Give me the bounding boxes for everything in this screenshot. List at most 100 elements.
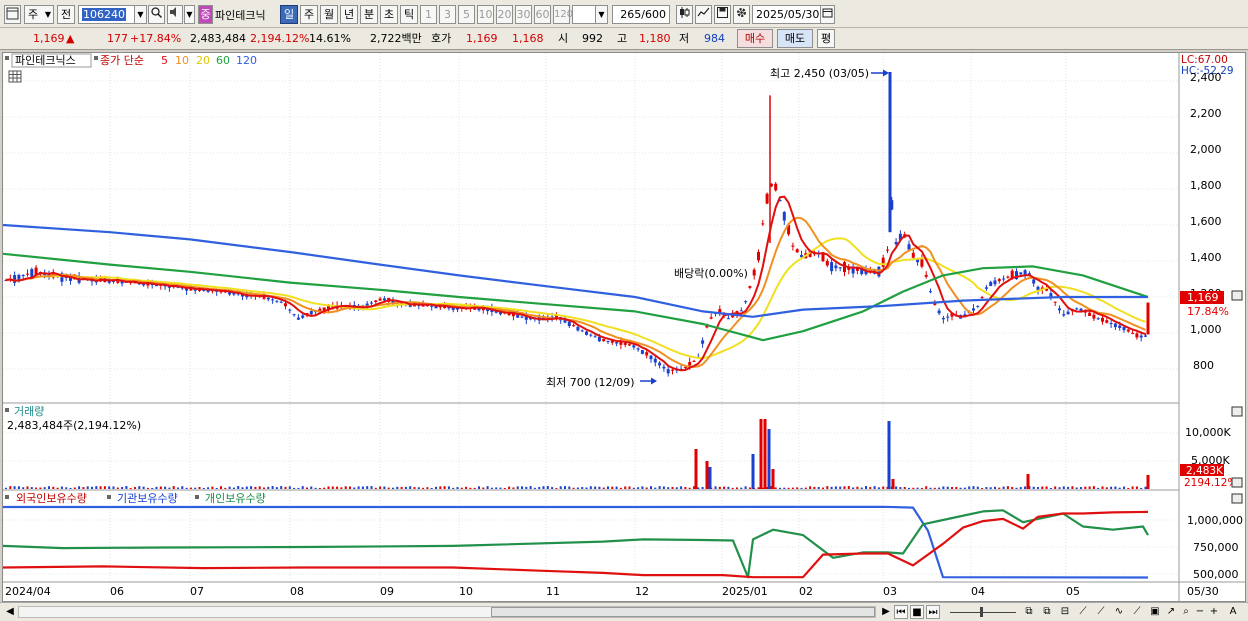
candle-body (984, 287, 988, 289)
buy-button[interactable]: 매수 (737, 29, 773, 48)
gear-icon[interactable] (733, 5, 750, 24)
candle-body (1019, 272, 1023, 275)
interval-1[interactable]: 1 (420, 5, 437, 24)
volume-bar (658, 486, 661, 489)
chart-area[interactable]: 파인테크닉스 종가 단순 5 10 20 60 120 LC:67.00 HC:… (2, 52, 1246, 602)
volume-bar (237, 486, 240, 489)
interval-10[interactable]: 10 (477, 5, 494, 24)
period-second[interactable]: 초 (380, 5, 398, 24)
interval-60[interactable]: 60 (534, 5, 551, 24)
chart-scrollbar[interactable]: ◀ ▶ ⏮ ■ ⏭ ⧉ ⧉ ⊟ ⟋ ⟋ ∿ ⟋ ▣ ↗ ⌕ − + A (0, 602, 1248, 621)
window-icon[interactable] (4, 5, 21, 24)
ask-price: 1,169 (466, 32, 498, 45)
prev-button[interactable]: 전 (57, 5, 75, 24)
volume-bar (521, 486, 523, 489)
stock-code-input[interactable]: 106240 (78, 5, 136, 24)
zoom-search-icon[interactable]: ⌕ (1180, 605, 1192, 619)
candle-body (795, 249, 799, 253)
candle-body (1006, 276, 1010, 278)
zoom-slider[interactable] (950, 612, 1016, 613)
interval-3[interactable]: 3 (439, 5, 456, 24)
image-icon[interactable]: ▣ (1148, 605, 1162, 619)
draw-trend-icon[interactable]: ⟋ (1130, 605, 1144, 619)
close-pane-icon[interactable] (1231, 406, 1243, 417)
period-year[interactable]: 년 (340, 5, 358, 24)
close-pane-icon[interactable] (1231, 493, 1243, 504)
save-icon[interactable] (714, 5, 731, 24)
first-page-icon[interactable]: ⏮ (894, 605, 908, 619)
period-minute[interactable]: 분 (360, 5, 378, 24)
chart-type-icon[interactable] (695, 5, 712, 24)
stock-dropdown-button[interactable]: ▼ (134, 5, 147, 24)
scroll-track[interactable] (18, 606, 876, 618)
volume-bar (1084, 486, 1087, 489)
window-tile-icon[interactable]: ⊟ (1058, 605, 1072, 619)
scroll-thumb[interactable] (491, 607, 875, 617)
interval-120[interactable]: 120 (553, 5, 573, 24)
volume-bar (787, 487, 790, 489)
arrow-tool-icon[interactable]: ↗ (1164, 605, 1178, 619)
font-size-icon[interactable]: A (1226, 605, 1240, 619)
volume-bar (112, 486, 115, 489)
volume-bar (529, 486, 532, 489)
speaker-dropdown[interactable]: ▼ (184, 5, 195, 24)
volume-bar (456, 487, 459, 489)
search-icon[interactable] (148, 5, 165, 24)
volume-bar (697, 487, 700, 489)
candle-body (744, 301, 748, 303)
legend-bullet-icon (195, 495, 199, 499)
scroll-left-icon[interactable]: ◀ (4, 605, 16, 619)
window-split-icon[interactable]: ⧉ (1022, 605, 1036, 619)
period-month[interactable]: 월 (320, 5, 338, 24)
table-icon[interactable] (8, 70, 22, 83)
volume-bar (17, 486, 20, 489)
interval-5[interactable]: 5 (458, 5, 475, 24)
market-select[interactable]: 주 ▼ (24, 5, 54, 24)
period-week[interactable]: 주 (300, 5, 318, 24)
stock-chart[interactable]: 파인테크닉스 종가 단순 5 10 20 60 120 LC:67.00 HC:… (2, 53, 1245, 601)
period-tick[interactable]: 틱 (400, 5, 418, 24)
eval-button[interactable]: 평 (817, 29, 835, 48)
volume-bar (1037, 487, 1039, 489)
sell-button[interactable]: 매도 (777, 29, 813, 48)
count-input[interactable]: 265/600 (612, 5, 670, 24)
speaker-icon[interactable] (167, 5, 183, 24)
window-cascade-icon[interactable]: ⧉ (1040, 605, 1054, 619)
volume-bar (920, 487, 923, 489)
volume-bar (714, 486, 717, 489)
interval-30[interactable]: 30 (515, 5, 532, 24)
volume-bar (121, 486, 124, 489)
calendar-icon[interactable] (820, 5, 835, 24)
zoom-in-icon[interactable]: + (1209, 605, 1219, 619)
close-pane-icon[interactable] (1231, 290, 1243, 301)
zoom-out-icon[interactable]: − (1195, 605, 1205, 619)
close-pane-icon[interactable] (1231, 477, 1243, 488)
legend-individual: 개인보유수량 (205, 492, 266, 505)
interval-20[interactable]: 20 (496, 5, 513, 24)
candle-icon[interactable] (676, 5, 693, 24)
volume-bar (809, 486, 812, 489)
volume-bar (895, 486, 898, 489)
volume-bar (882, 486, 885, 489)
custom-interval-dropdown[interactable]: ▼ (595, 5, 608, 24)
last-page-icon[interactable]: ⏭ (926, 605, 940, 619)
stop-icon[interactable]: ■ (910, 605, 924, 619)
draw-ray-icon[interactable]: ⟋ (1094, 605, 1108, 619)
x-tick: 11 (546, 585, 560, 598)
period-day[interactable]: 일 (280, 5, 298, 24)
volume-bar (1097, 487, 1100, 489)
volume-bar (645, 487, 648, 489)
volume-bar (512, 487, 515, 489)
grid-lines (2, 53, 1179, 582)
scroll-right-icon[interactable]: ▶ (880, 605, 892, 619)
candle-body (825, 260, 829, 266)
x-axis: 2024/04 06 07 08 09 10 11 12 2025/01 02 … (5, 585, 1219, 598)
custom-interval-input[interactable] (572, 5, 596, 24)
volume-bar (241, 487, 244, 489)
volume-bar (349, 486, 351, 489)
draw-wave-icon[interactable]: ∿ (1112, 605, 1126, 619)
zoom-slider-handle[interactable] (980, 607, 983, 617)
draw-line-icon[interactable]: ⟋ (1076, 605, 1090, 619)
volume-bar (43, 487, 46, 489)
date-input[interactable]: 2025/05/30 (752, 5, 822, 24)
